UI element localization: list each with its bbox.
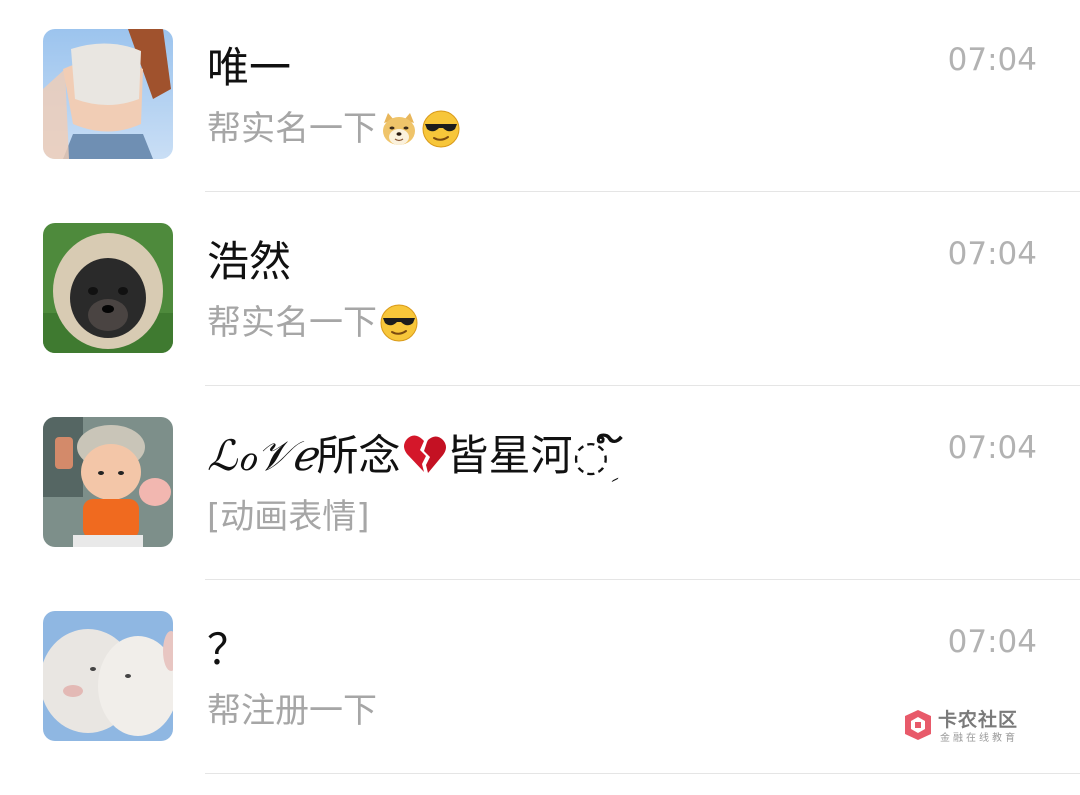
message-time: 07:04 xyxy=(947,430,1037,466)
doge-emoji-icon xyxy=(379,109,419,149)
message-time: 07:04 xyxy=(947,236,1037,272)
message-preview: 帮实名一下 xyxy=(207,106,461,152)
preview-text: 帮实名一下 xyxy=(207,109,377,149)
name-text-2: 皆星河 xyxy=(446,431,573,480)
chat-row-weiyi[interactable]: 唯一 帮实名一下 07:04 xyxy=(0,0,1080,194)
girl-photo-avatar-icon xyxy=(43,29,173,159)
watermark: 卡农社区 金融在线教育 xyxy=(900,705,1040,747)
message-time: 07:04 xyxy=(947,624,1037,660)
divider xyxy=(205,579,1080,580)
cool-sunglasses-emoji-icon xyxy=(379,303,419,343)
contact-name: 唯一 xyxy=(207,43,292,92)
name-script-text: ℒℴ𝒱ℯ xyxy=(207,431,317,480)
chat-list: 唯一 帮实名一下 07:04 浩然 帮实名一下 07:04 ℒℴ𝒱ℯ所念 皆星河… xyxy=(0,0,1080,795)
name-symbol-text: ◌ؚ ໌ xyxy=(572,431,623,480)
avatar[interactable] xyxy=(43,417,173,547)
lambs-photo-avatar-icon xyxy=(43,611,173,741)
divider xyxy=(205,773,1080,774)
baby-photo-avatar-icon xyxy=(43,417,173,547)
message-time: 07:04 xyxy=(947,42,1037,78)
contact-name: 浩然 xyxy=(207,237,292,286)
chat-row-haoran[interactable]: 浩然 帮实名一下 07:04 xyxy=(0,194,1080,388)
divider xyxy=(205,385,1080,386)
watermark-title: 卡农社区 xyxy=(938,709,1019,731)
contact-name: ？ xyxy=(207,625,250,674)
preview-text: 帮注册一下 xyxy=(207,691,377,731)
name-text-1: 所念 xyxy=(316,431,401,480)
puppy-photo-avatar-icon xyxy=(43,223,173,353)
chat-row-love[interactable]: ℒℴ𝒱ℯ所念 皆星河◌ؚ ໌ [动画表情] 07:04 xyxy=(0,388,1080,582)
avatar[interactable] xyxy=(43,29,173,159)
preview-text: 帮实名一下 xyxy=(207,303,377,343)
kanong-logo-icon xyxy=(905,710,931,740)
avatar[interactable] xyxy=(43,223,173,353)
message-preview: [动画表情] xyxy=(207,494,370,540)
message-preview: 帮实名一下 xyxy=(207,300,419,346)
message-preview: 帮注册一下 xyxy=(207,688,377,734)
broken-heart-icon xyxy=(401,430,447,476)
watermark-subtitle: 金融在线教育 xyxy=(940,733,1018,744)
divider xyxy=(205,191,1080,192)
preview-text: [动画表情] xyxy=(207,497,370,537)
contact-name: ℒℴ𝒱ℯ所念 皆星河◌ؚ ໌ xyxy=(207,428,623,484)
avatar[interactable] xyxy=(43,611,173,741)
cool-sunglasses-emoji-icon xyxy=(421,109,461,149)
